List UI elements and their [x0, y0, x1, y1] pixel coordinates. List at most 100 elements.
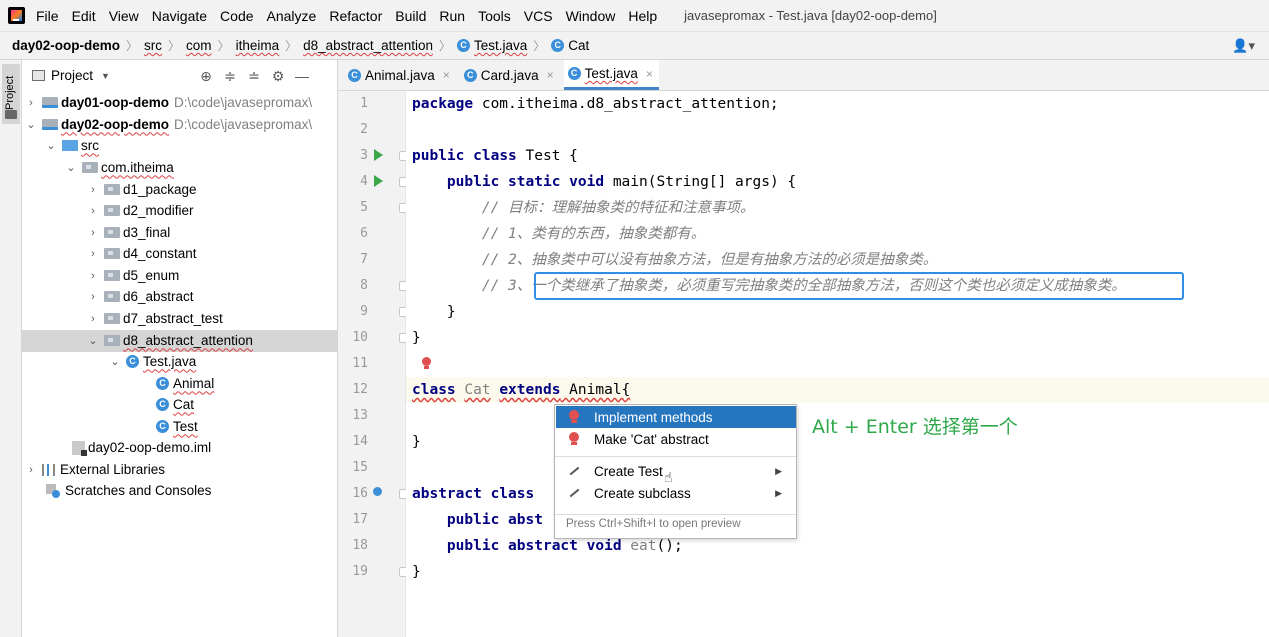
project-panel: Project ▼ ⊕ ≑ ≐ ⚙ — › day01-oop-demo D:\…	[22, 60, 338, 637]
line-number: 16	[352, 486, 368, 501]
tree-item-d2[interactable]: › d2_modifier	[22, 200, 338, 222]
menu-build[interactable]: Build	[395, 8, 426, 24]
tree-item-day02[interactable]: ⌄ day02-oop-demo D:\code\javasepromax\	[22, 114, 338, 136]
tree-item-d4[interactable]: › d4_constant	[22, 243, 338, 265]
tree-item-d5[interactable]: › d5_enum	[22, 265, 338, 287]
menu-navigate[interactable]: Navigate	[152, 8, 207, 24]
code-line: public static void main(String[] args) {	[446, 174, 797, 190]
line-number: 18	[352, 538, 368, 553]
error-bulb-icon	[568, 410, 580, 424]
locate-icon[interactable]: ⊕	[194, 67, 218, 85]
line-number: 11	[352, 356, 368, 371]
menu-vcs[interactable]: VCS	[524, 8, 553, 24]
menu-help[interactable]: Help	[628, 8, 657, 24]
module-folder-icon	[42, 97, 58, 109]
create-subclass-item[interactable]: Create subclass ▶	[556, 482, 796, 504]
tree-item-com-itheima[interactable]: ⌄ com.itheima	[22, 157, 338, 179]
chevron-down-icon[interactable]: ⌄	[44, 139, 58, 152]
error-bulb-icon[interactable]	[421, 357, 432, 371]
code-comment: // 2、抽象类中可以没有抽象方法，但是有抽象方法的必须是抽象类。	[481, 252, 938, 268]
tree-item-test[interactable]: C Test	[22, 416, 338, 438]
close-icon[interactable]: ×	[646, 67, 653, 81]
tree-item-scratches[interactable]: Scratches and Consoles	[22, 480, 338, 502]
tree-item-d6[interactable]: › d6_abstract	[22, 286, 338, 308]
package-icon	[104, 184, 120, 196]
window-title: javasepromax - Test.java [day02-oop-demo…	[684, 8, 937, 23]
line-number: 7	[360, 252, 368, 267]
implemented-icon[interactable]	[373, 487, 382, 496]
crumb-itheima[interactable]: itheima	[236, 38, 280, 53]
close-icon[interactable]: ×	[547, 68, 554, 82]
menu-window[interactable]: Window	[566, 8, 616, 24]
tree-item-src[interactable]: ⌄ src	[22, 135, 338, 157]
line-number: 8	[360, 278, 368, 293]
gear-icon[interactable]: ⚙	[266, 67, 290, 85]
code-editor[interactable]: package com.itheima.d8_abstract_attentio…	[406, 91, 1269, 637]
chevron-right-icon[interactable]: ›	[86, 205, 100, 217]
menu-tools[interactable]: Tools	[478, 8, 511, 24]
tab-card-java[interactable]: C Card.java ×	[460, 60, 560, 90]
chevron-down-icon[interactable]: ▼	[101, 71, 110, 81]
tree-item-day01[interactable]: › day01-oop-demo D:\code\javasepromax\	[22, 92, 338, 114]
chevron-down-icon[interactable]: ⌄	[24, 118, 38, 131]
module-folder-icon	[42, 119, 58, 131]
menu-file[interactable]: File	[36, 8, 59, 24]
tree-item-cat[interactable]: C Cat	[22, 394, 338, 416]
package-icon	[104, 335, 120, 347]
line-number: 12	[352, 382, 368, 397]
menu-run[interactable]: Run	[439, 8, 465, 24]
project-panel-title[interactable]: Project	[51, 68, 93, 83]
menu-view[interactable]: View	[109, 8, 139, 24]
chevron-right-icon[interactable]: ›	[86, 227, 100, 239]
chevron-right-icon[interactable]: ›	[86, 313, 100, 325]
chevron-right-icon[interactable]: ›	[86, 184, 100, 196]
editor-tabs: C Animal.java × C Card.java × C Test.jav…	[338, 60, 1269, 91]
tree-item-d3[interactable]: › d3_final	[22, 222, 338, 244]
user-dropdown-icon[interactable]: 👤▾	[1232, 38, 1255, 54]
chevron-down-icon[interactable]: ⌄	[64, 161, 78, 174]
hide-icon[interactable]: —	[290, 67, 314, 85]
line-number: 15	[352, 460, 368, 475]
tree-item-d1[interactable]: › d1_package	[22, 179, 338, 201]
class-icon: C	[463, 68, 477, 82]
chevron-right-icon[interactable]: ›	[24, 464, 38, 476]
code-line: public class Test {	[412, 148, 578, 164]
crumb-project[interactable]: day02-oop-demo	[12, 38, 120, 53]
tree-item-animal[interactable]: C Animal	[22, 373, 338, 395]
tree-item-d8[interactable]: ⌄ d8_abstract_attention	[22, 330, 338, 352]
collapse-all-icon[interactable]: ≐	[242, 67, 266, 85]
run-icon[interactable]	[374, 175, 383, 187]
implement-methods-item[interactable]: Implement methods	[556, 406, 796, 428]
chevron-down-icon[interactable]: ⌄	[86, 334, 100, 347]
crumb-com[interactable]: com	[186, 38, 212, 53]
tree-item-external-libraries[interactable]: › External Libraries	[22, 459, 338, 481]
chevron-down-icon[interactable]: ⌄	[108, 355, 122, 368]
expand-all-icon[interactable]: ≑	[218, 67, 242, 85]
run-icon[interactable]	[374, 149, 383, 161]
menu-refactor[interactable]: Refactor	[329, 8, 382, 24]
close-icon[interactable]: ×	[443, 68, 450, 82]
tree-item-iml[interactable]: day02-oop-demo.iml	[22, 437, 338, 459]
line-number: 13	[352, 408, 368, 423]
chevron-right-icon[interactable]: ›	[86, 248, 100, 260]
create-test-item[interactable]: Create Test ▶	[556, 460, 796, 482]
tab-animal-java[interactable]: C Animal.java ×	[344, 60, 456, 90]
menu-bar: File Edit View Navigate Code Analyze Ref…	[0, 0, 1269, 31]
make-abstract-item[interactable]: Make 'Cat' abstract	[556, 428, 796, 450]
tree-item-test-java[interactable]: ⌄ C Test.java	[22, 351, 338, 373]
crumb-class[interactable]: Cat	[568, 38, 589, 53]
crumb-package[interactable]: d8_abstract_attention	[303, 38, 433, 53]
chevron-right-icon[interactable]: ›	[24, 97, 38, 109]
menu-code[interactable]: Code	[220, 8, 253, 24]
chevron-right-icon[interactable]: ›	[86, 291, 100, 303]
crumb-src[interactable]: src	[144, 38, 162, 53]
package-icon	[104, 227, 120, 239]
menu-edit[interactable]: Edit	[72, 8, 96, 24]
tree-item-d7[interactable]: › d7_abstract_test	[22, 308, 338, 330]
chevron-right-icon[interactable]: ›	[86, 270, 100, 282]
line-number: 10	[352, 330, 368, 345]
menu-analyze[interactable]: Analyze	[267, 8, 317, 24]
crumb-file[interactable]: Test.java	[474, 38, 527, 53]
package-icon	[104, 205, 120, 217]
tab-test-java[interactable]: C Test.java ×	[563, 60, 659, 90]
